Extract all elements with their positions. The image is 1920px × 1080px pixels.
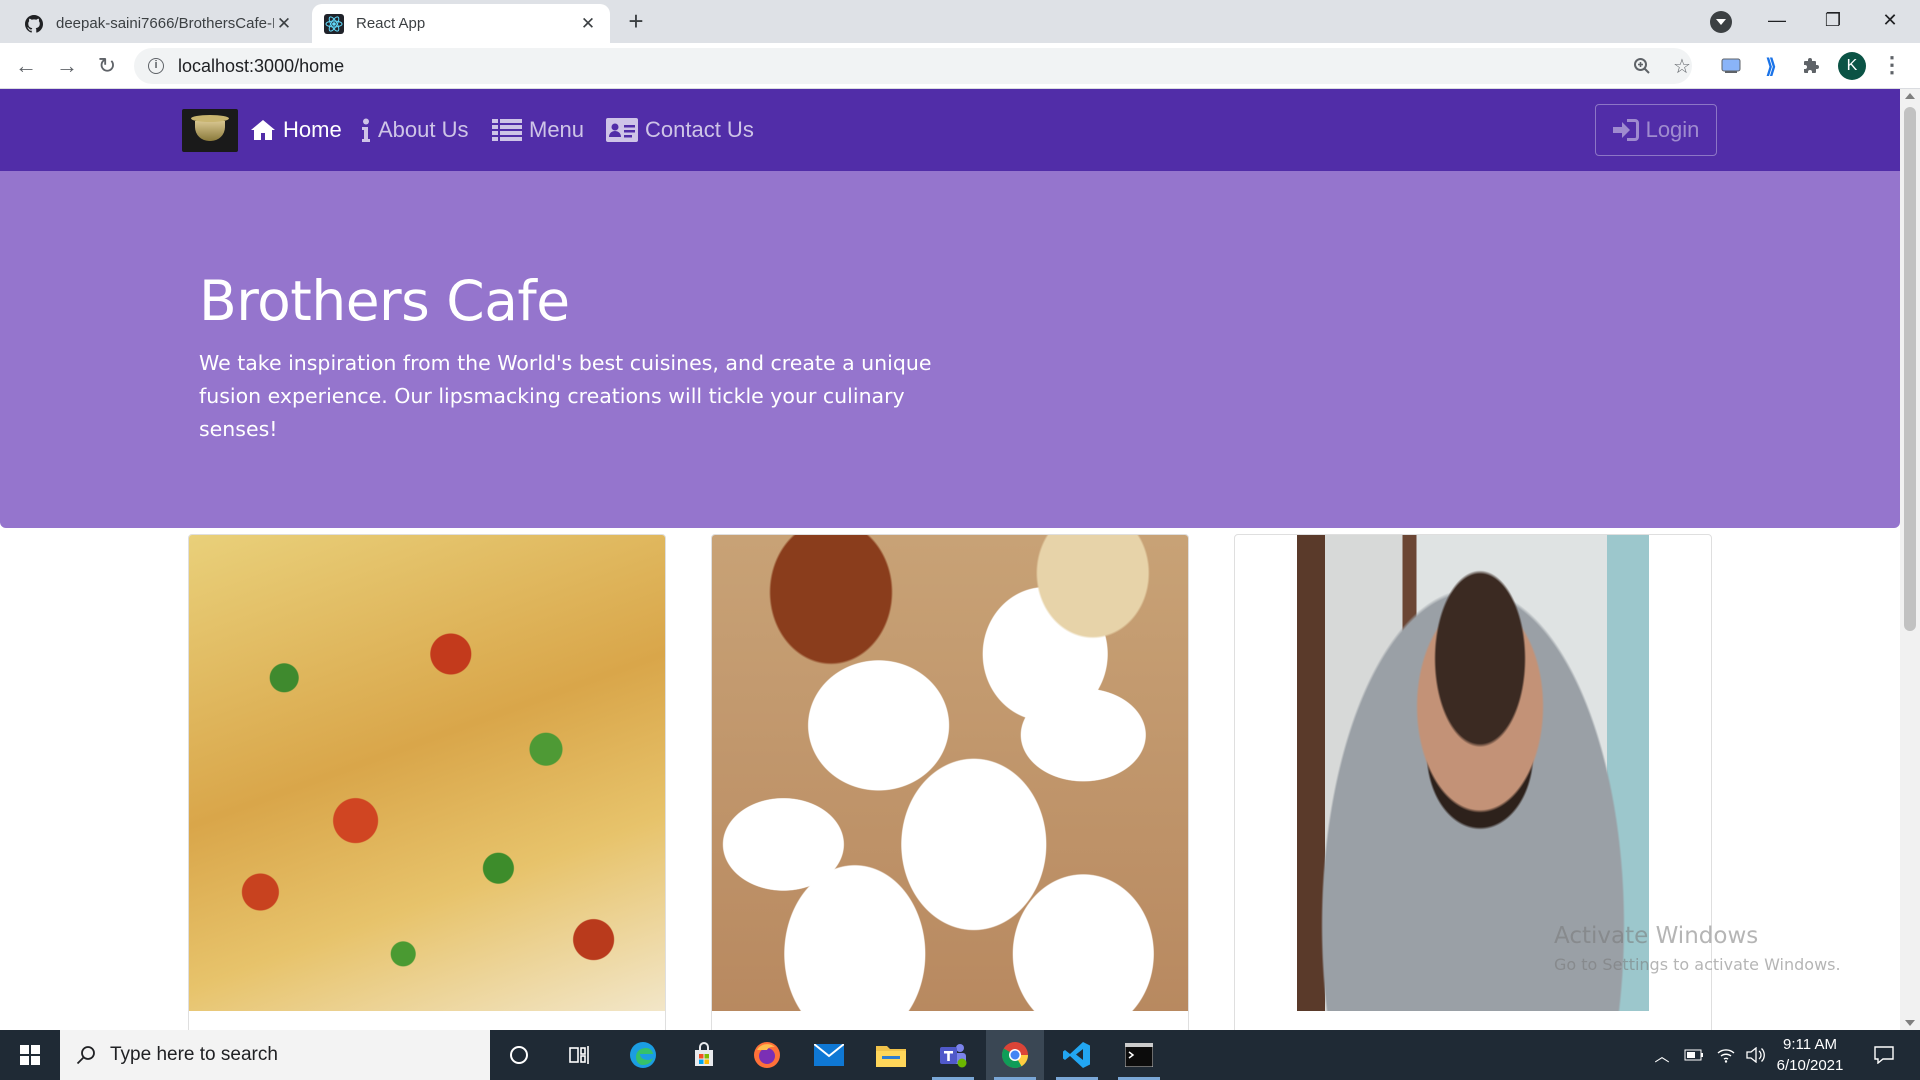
- github-icon: [24, 14, 44, 34]
- address-bar[interactable]: i localhost:3000/home ☆: [134, 48, 1692, 84]
- nav-home[interactable]: Home: [250, 89, 342, 171]
- nav-menu[interactable]: Menu: [492, 89, 584, 171]
- new-tab-button[interactable]: +: [622, 8, 650, 36]
- zoom-icon[interactable]: [1630, 54, 1654, 78]
- minimize-icon[interactable]: —: [1749, 0, 1805, 40]
- site-info-icon[interactable]: i: [148, 58, 164, 74]
- react-icon: [324, 13, 344, 34]
- edge-icon[interactable]: [614, 1030, 672, 1080]
- file-explorer-icon[interactable]: [862, 1030, 920, 1080]
- coffee-cup-icon: [191, 114, 229, 141]
- restore-icon[interactable]: ❐: [1805, 0, 1861, 40]
- mail-icon[interactable]: [800, 1030, 858, 1080]
- search-placeholder: Type here to search: [110, 1044, 278, 1065]
- brand-logo[interactable]: [182, 109, 238, 152]
- activate-windows-watermark: Activate Windows Go to Settings to activ…: [1554, 923, 1841, 974]
- tray-chevron-icon[interactable]: ︿: [1650, 1030, 1674, 1080]
- watermark-title: Activate Windows: [1554, 923, 1759, 949]
- extension-audio-icon[interactable]: ⟫: [1757, 52, 1785, 80]
- nav-about[interactable]: About Us: [361, 89, 469, 171]
- reload-icon[interactable]: ↻: [93, 52, 121, 80]
- pizza-image: [189, 535, 665, 1011]
- extension-screen-icon[interactable]: [1717, 52, 1745, 80]
- taskbar-clock[interactable]: 9:11 AM 6/10/2021: [1765, 1034, 1855, 1076]
- close-tab-icon[interactable]: ✕: [578, 14, 598, 34]
- page-viewport: Home About Us Menu Contact Us Login Brot…: [0, 89, 1900, 1030]
- forward-icon[interactable]: →: [53, 52, 81, 80]
- cortana-icon[interactable]: [490, 1030, 548, 1080]
- browser-tab-strip: deepak-saini7666/BrothersCafe-Restaurant…: [0, 0, 1920, 43]
- sign-in-icon: [1612, 119, 1639, 141]
- clock-time: 9:11 AM: [1783, 1036, 1837, 1053]
- browser-toolbar: ← → ↻ i localhost:3000/home ☆ ⟫: [0, 43, 1920, 89]
- search-icon: [76, 1045, 96, 1065]
- extensions-puzzle-icon[interactable]: [1797, 52, 1825, 80]
- scroll-up-icon[interactable]: [1905, 93, 1915, 99]
- windows-logo-icon: [20, 1045, 40, 1065]
- login-label: Login: [1645, 117, 1700, 142]
- nav-about-label: About Us: [378, 117, 469, 142]
- nav-contact-label: Contact Us: [645, 117, 754, 142]
- microsoft-store-icon[interactable]: [675, 1030, 733, 1080]
- tab-react-app[interactable]: React App ✕: [312, 4, 610, 43]
- teams-icon[interactable]: [924, 1030, 982, 1080]
- address-card-icon: [606, 118, 638, 142]
- battery-icon[interactable]: [1680, 1030, 1708, 1080]
- url-text: localhost:3000/home: [178, 56, 345, 76]
- windows-taskbar: Type here to search ︿ 9:11 AM 6/10/2021: [0, 1030, 1920, 1080]
- site-navbar: Home About Us Menu Contact Us Login: [0, 89, 1900, 171]
- vscode-icon[interactable]: [1048, 1030, 1106, 1080]
- tab-title: React App: [356, 15, 426, 32]
- scroll-down-icon[interactable]: [1905, 1020, 1915, 1026]
- login-button[interactable]: Login: [1595, 104, 1717, 156]
- task-view-icon[interactable]: [551, 1030, 609, 1080]
- watermark-subtitle: Go to Settings to activate Windows.: [1554, 955, 1841, 974]
- hero-title: Brothers Cafe: [199, 269, 570, 333]
- dish-card[interactable]: [188, 534, 666, 1030]
- browser-menu-icon[interactable]: ⋮: [1880, 53, 1904, 81]
- close-window-icon[interactable]: ✕: [1862, 0, 1918, 40]
- nav-contact[interactable]: Contact Us: [606, 89, 754, 171]
- wifi-icon[interactable]: [1712, 1030, 1740, 1080]
- firefox-icon[interactable]: [738, 1030, 796, 1080]
- home-icon: [250, 119, 276, 141]
- taskbar-search[interactable]: Type here to search: [60, 1030, 490, 1080]
- indian-dishes-image: [712, 535, 1188, 1011]
- info-icon: [361, 118, 371, 142]
- hero-description: We take inspiration from the World's bes…: [199, 351, 932, 441]
- hero-jumbotron: Brothers Cafe We take inspiration from t…: [0, 171, 1900, 528]
- list-icon: [492, 119, 522, 141]
- nav-menu-label: Menu: [529, 117, 585, 142]
- back-icon[interactable]: ←: [12, 52, 40, 80]
- bookmark-star-icon[interactable]: ☆: [1670, 54, 1694, 78]
- start-button[interactable]: [0, 1030, 60, 1080]
- clock-date: 6/10/2021: [1776, 1057, 1844, 1074]
- tab-title: deepak-saini7666/BrothersCafe-Restaurant: [56, 15, 274, 32]
- page-scrollbar[interactable]: [1900, 89, 1920, 1030]
- chrome-icon[interactable]: [986, 1030, 1044, 1080]
- dish-card[interactable]: [711, 534, 1189, 1030]
- terminal-icon[interactable]: [1110, 1030, 1168, 1080]
- tab-github[interactable]: deepak-saini7666/BrothersCafe-Restaurant…: [12, 4, 306, 43]
- nav-home-label: Home: [283, 117, 342, 142]
- tab-search-icon[interactable]: [1710, 11, 1732, 33]
- scrollbar-thumb[interactable]: [1904, 107, 1916, 631]
- notifications-icon[interactable]: [1864, 1030, 1904, 1080]
- profile-avatar[interactable]: K: [1838, 52, 1866, 80]
- close-tab-icon[interactable]: ✕: [274, 14, 294, 34]
